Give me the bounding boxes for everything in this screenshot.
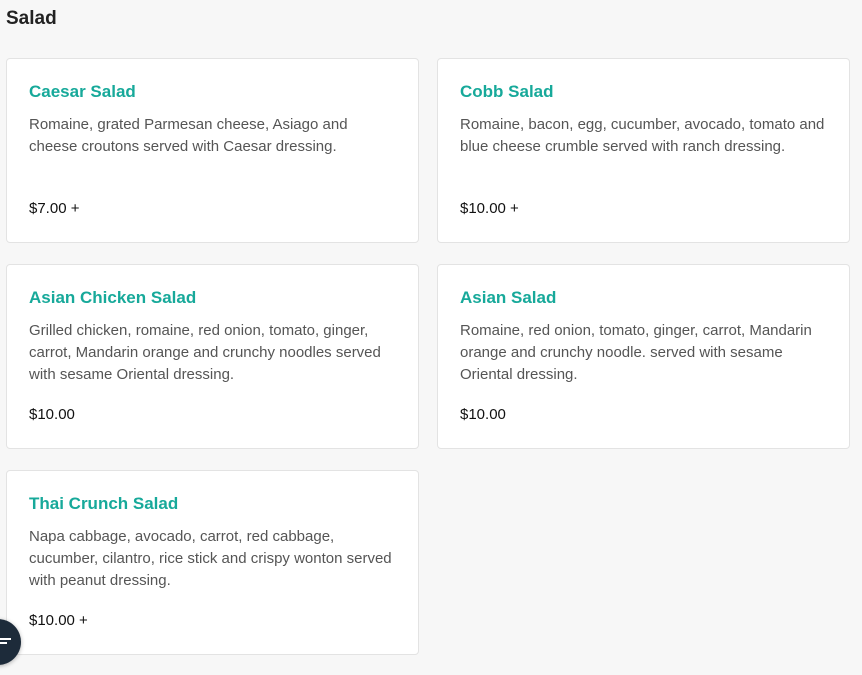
menu-item-description: Romaine, red onion, tomato, ginger, carr…	[460, 322, 812, 383]
menu-item-description: Romaine, bacon, egg, cucumber, avocado, …	[460, 116, 825, 155]
filter-icon	[0, 638, 11, 644]
menu-item-price: $10.00 +	[460, 200, 519, 217]
menu-item-card[interactable]: Thai Crunch Salad Napa cabbage, avocado,…	[6, 470, 419, 655]
section-title: Salad	[6, 8, 57, 29]
menu-item-card[interactable]: Cobb Salad Romaine, bacon, egg, cucumber…	[437, 58, 850, 243]
menu-item-description: Romaine, grated Parmesan cheese, Asiago …	[29, 116, 348, 155]
menu-item-price: $7.00 +	[29, 200, 80, 217]
menu-item-card[interactable]: Asian Salad Romaine, red onion, tomato, …	[437, 264, 850, 449]
menu-item-price: $10.00	[29, 406, 75, 423]
menu-item-name[interactable]: Caesar Salad	[29, 82, 136, 102]
menu-item-name[interactable]: Cobb Salad	[460, 82, 554, 102]
menu-item-card[interactable]: Caesar Salad Romaine, grated Parmesan ch…	[6, 58, 419, 243]
menu-item-name[interactable]: Thai Crunch Salad	[29, 494, 178, 514]
menu-item-name[interactable]: Asian Salad	[460, 288, 556, 308]
menu-item-price: $10.00	[460, 406, 506, 423]
menu-item-description: Grilled chicken, romaine, red onion, tom…	[29, 322, 381, 383]
menu-item-name[interactable]: Asian Chicken Salad	[29, 288, 196, 308]
menu-item-card[interactable]: Asian Chicken Salad Grilled chicken, rom…	[6, 264, 419, 449]
menu-item-description: Napa cabbage, avocado, carrot, red cabba…	[29, 528, 392, 589]
menu-item-price: $10.00 +	[29, 612, 88, 629]
